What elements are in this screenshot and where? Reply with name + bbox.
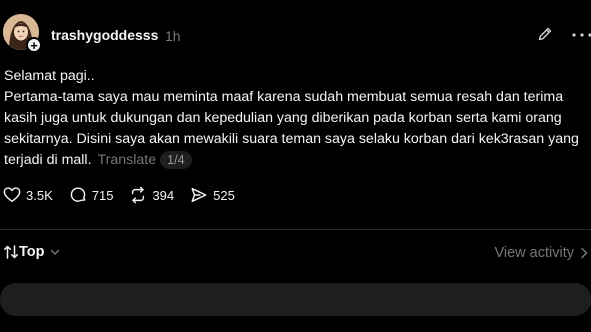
view-activity-link[interactable]: View activity (494, 245, 588, 261)
share-button[interactable]: 525 (190, 186, 235, 204)
sort-label: Top (19, 244, 45, 260)
section-divider (0, 229, 591, 230)
post-paragraph-text: Pertama-tama saya mau meminta maaf karen… (4, 89, 579, 168)
author-avatar[interactable]: + (3, 14, 42, 53)
send-icon (191, 187, 207, 203)
repost-button[interactable]: 394 (129, 186, 174, 204)
share-count: 525 (213, 187, 235, 203)
like-button[interactable]: 3.5K (3, 186, 53, 204)
post-paragraph: Selamat pagi.. (4, 68, 95, 84)
comment-count: 715 (91, 187, 114, 203)
translate-link[interactable]: Translate (98, 152, 157, 168)
reply-input-box[interactable] (0, 283, 591, 316)
comment-bubble-icon (70, 187, 86, 202)
author-username[interactable]: trashygoddesss (51, 27, 158, 43)
post-actions: 3.5K 715 394 525 (3, 186, 251, 204)
heart-icon (3, 187, 21, 203)
post-paragraph: Pertama-tama saya mau meminta maaf karen… (4, 87, 590, 171)
sort-replies-dropdown[interactable]: Top (3, 244, 60, 260)
more-dots-icon[interactable] (572, 33, 591, 37)
repost-icon (132, 186, 145, 204)
post-text: Selamat pagi.. Pertama-tama saya mau mem… (4, 66, 590, 171)
follow-plus-icon[interactable]: + (26, 37, 42, 53)
post-timestamp: 1h (165, 28, 181, 44)
pencil-icon[interactable] (537, 26, 553, 42)
page-indicator-badge: 1/4 (160, 151, 192, 169)
like-count: 3.5K (26, 187, 53, 203)
chevron-right-icon (581, 247, 588, 259)
view-activity-label: View activity (494, 245, 574, 261)
chevron-down-icon (50, 249, 59, 255)
repost-count: 394 (152, 187, 175, 203)
comment-button[interactable]: 715 (69, 186, 114, 204)
sort-arrows-icon (4, 245, 18, 259)
